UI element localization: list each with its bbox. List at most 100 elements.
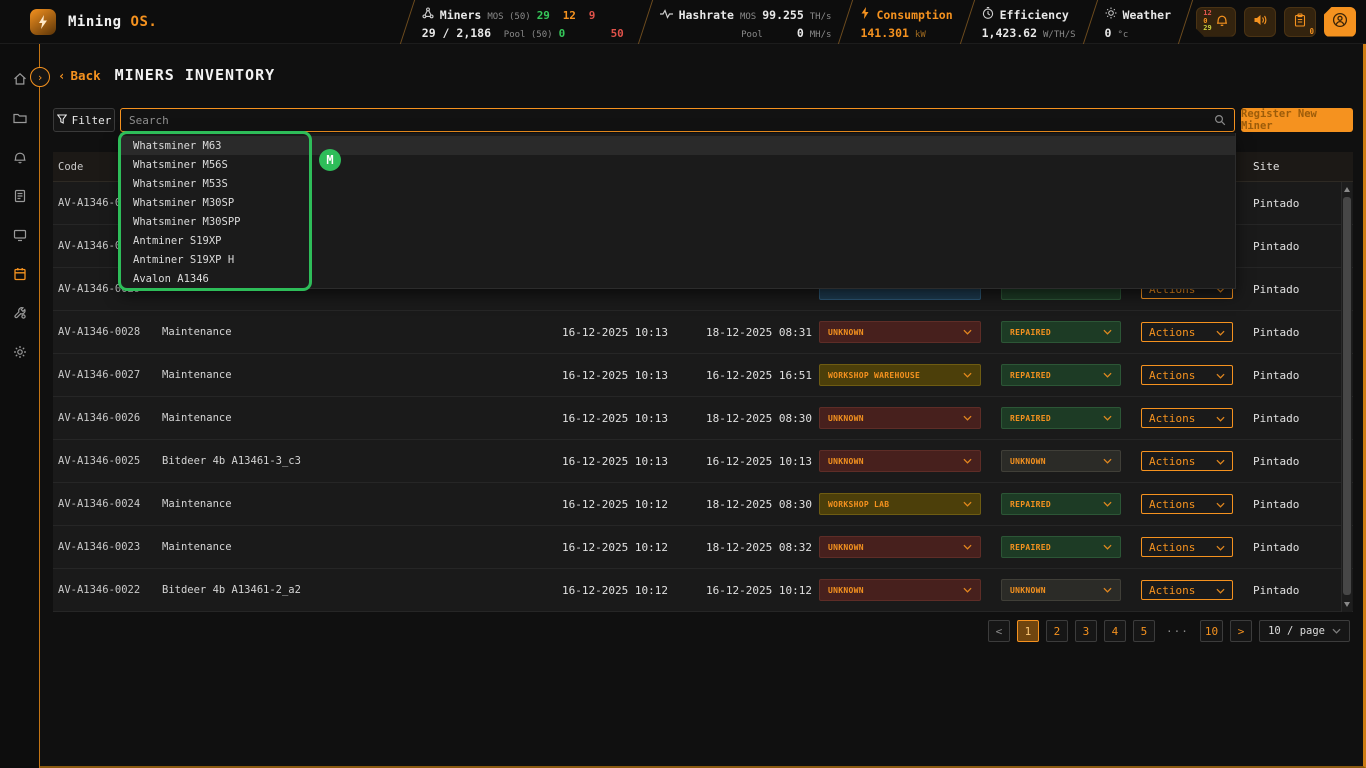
search-input[interactable]	[129, 114, 1214, 127]
location-status-select[interactable]: UNKNOWN	[819, 321, 981, 343]
model-suggestions-dropdown: Whatsminer M63Whatsminer M56SWhatsminer …	[120, 133, 1236, 289]
miner-code: AV-A1346-0027	[58, 369, 162, 381]
actions-dropdown-button[interactable]: Actions	[1141, 451, 1233, 471]
status-label: WORKSHOP LAB	[828, 500, 889, 509]
actions-dropdown-button[interactable]: Actions	[1141, 408, 1233, 428]
miner-code: AV-A1346-0026	[58, 412, 162, 424]
actions-label: Actions	[1149, 326, 1195, 339]
model-option[interactable]: Antminer S19XP H	[121, 250, 1235, 269]
chevron-down-icon	[1216, 326, 1225, 339]
actions-label: Actions	[1149, 412, 1195, 425]
pagination-ellipsis: ···	[1162, 620, 1193, 642]
sidebar-item-monitoring[interactable]	[11, 226, 29, 244]
miner-code: AV-A1346-0028	[58, 326, 162, 338]
date-updated: 16-12-2025 16:51	[706, 369, 819, 382]
left-sidebar	[0, 44, 40, 768]
header-stats: Miners MOS (50) 29 12 9 29 / 2,186 Pool …	[405, 0, 1366, 44]
repair-status-select[interactable]: REPAIRED	[1001, 321, 1121, 343]
model-option[interactable]: Antminer S19XP	[121, 231, 1235, 250]
page-size-select[interactable]: 10 / page	[1259, 620, 1350, 642]
location-status-select[interactable]: UNKNOWN	[819, 536, 981, 558]
date-updated: 16-12-2025 10:12	[706, 584, 819, 597]
location-status-select[interactable]: WORKSHOP WAREHOUSE	[819, 364, 981, 386]
sidebar-item-inventory-active[interactable]	[11, 265, 29, 283]
actions-label: Actions	[1149, 498, 1195, 511]
page-button[interactable]: 5	[1133, 620, 1155, 642]
back-button[interactable]: ‹ Back	[58, 68, 101, 83]
actions-dropdown-button[interactable]: Actions	[1141, 537, 1233, 557]
actions-dropdown-button[interactable]: Actions	[1141, 322, 1233, 342]
actions-dropdown-button[interactable]: Actions	[1141, 494, 1233, 514]
repair-status-select[interactable]: REPAIRED	[1001, 536, 1121, 558]
model-option[interactable]: Whatsminer M53S	[121, 174, 1235, 193]
location-status-select[interactable]: UNKNOWN	[819, 450, 981, 472]
page-button[interactable]: 1	[1017, 620, 1039, 642]
model-option[interactable]: Whatsminer M30SP	[121, 193, 1235, 212]
repair-status-select[interactable]: REPAIRED	[1001, 493, 1121, 515]
date-updated: 18-12-2025 08:30	[706, 498, 819, 511]
chevron-down-icon	[1332, 625, 1341, 637]
status-label: WORKSHOP WAREHOUSE	[828, 371, 920, 380]
chevron-down-icon	[1216, 455, 1225, 468]
status-label: UNKNOWN	[1010, 586, 1046, 595]
miner-site: Pintado	[1253, 369, 1338, 382]
app-logo[interactable]: Mining OS.	[0, 9, 157, 35]
sun-icon	[1105, 4, 1117, 23]
sidebar-expand-button[interactable]: ›	[30, 67, 50, 87]
chevron-down-icon	[963, 414, 972, 423]
repair-status-select[interactable]: REPAIRED	[1001, 407, 1121, 429]
date-created: 16-12-2025 10:12	[503, 498, 668, 511]
date-updated: 18-12-2025 08:32	[706, 541, 819, 554]
sound-button[interactable]	[1244, 7, 1276, 37]
miner-location: 1-3_c3	[263, 455, 503, 467]
register-new-miner-button[interactable]: Register New Miner	[1241, 108, 1353, 132]
page-button[interactable]: 10	[1200, 620, 1223, 642]
location-status-select[interactable]: WORKSHOP LAB	[819, 493, 981, 515]
brand-title: Mining OS.	[68, 14, 157, 30]
sidebar-item-maintenance[interactable]	[11, 304, 29, 322]
date-created: 16-12-2025 10:13	[503, 326, 668, 339]
sidebar-item-home[interactable]	[11, 70, 29, 88]
chevron-down-icon	[1216, 369, 1225, 382]
page-title: MINERS INVENTORY	[115, 66, 276, 84]
model-option[interactable]: Avalon A1346	[121, 269, 1235, 288]
sidebar-item-alerts[interactable]	[11, 148, 29, 166]
scrollbar-thumb[interactable]	[1343, 197, 1351, 595]
page-button[interactable]: 4	[1104, 620, 1126, 642]
page-button[interactable]: 3	[1075, 620, 1097, 642]
pagination-next-button[interactable]: >	[1230, 620, 1252, 642]
pagination-prev-button[interactable]: <	[988, 620, 1010, 642]
location-status-select[interactable]: UNKNOWN	[819, 579, 981, 601]
repair-status-select[interactable]: UNKNOWN	[1001, 450, 1121, 472]
table-row: AV-A1346-0025Bitdeer 4b A13461-3_c316-12…	[53, 440, 1353, 483]
date-created: 16-12-2025 10:13	[503, 455, 668, 468]
repair-status-select[interactable]: UNKNOWN	[1001, 579, 1121, 601]
profile-button[interactable]	[1324, 7, 1356, 37]
page-button[interactable]: 2	[1046, 620, 1068, 642]
repair-status-select[interactable]: REPAIRED	[1001, 364, 1121, 386]
model-option[interactable]: Whatsminer M56S	[121, 155, 1235, 174]
sidebar-item-folders[interactable]	[11, 109, 29, 127]
vertical-scrollbar[interactable]	[1341, 182, 1352, 612]
miner-model: Maintenance	[162, 541, 263, 553]
notifications-button[interactable]: 12 0 29	[1196, 7, 1236, 37]
model-option[interactable]: Whatsminer M30SPP	[121, 212, 1235, 231]
chevron-down-icon	[963, 328, 972, 337]
actions-dropdown-button[interactable]: Actions	[1141, 365, 1233, 385]
tasks-button[interactable]: 0	[1284, 7, 1316, 37]
filter-button[interactable]: Filter	[53, 108, 115, 132]
chevron-down-icon	[1103, 586, 1112, 595]
date-created: 16-12-2025 10:13	[503, 412, 668, 425]
sidebar-item-settings[interactable]	[11, 343, 29, 361]
scroll-up-arrow-icon[interactable]	[1344, 187, 1350, 192]
sidebar-item-reports[interactable]	[11, 187, 29, 205]
status-label: UNKNOWN	[1010, 457, 1046, 466]
actions-dropdown-button[interactable]: Actions	[1141, 580, 1233, 600]
table-row: AV-A1346-0022Bitdeer 4b A13461-2_a216-12…	[53, 569, 1353, 612]
table-row: AV-A1346-0028Maintenance16-12-2025 10:13…	[53, 311, 1353, 354]
model-option[interactable]: Whatsminer M63	[121, 136, 1235, 155]
actions-label: Actions	[1149, 584, 1195, 597]
scroll-down-arrow-icon[interactable]	[1344, 602, 1350, 607]
status-label: UNKNOWN	[828, 543, 864, 552]
location-status-select[interactable]: UNKNOWN	[819, 407, 981, 429]
